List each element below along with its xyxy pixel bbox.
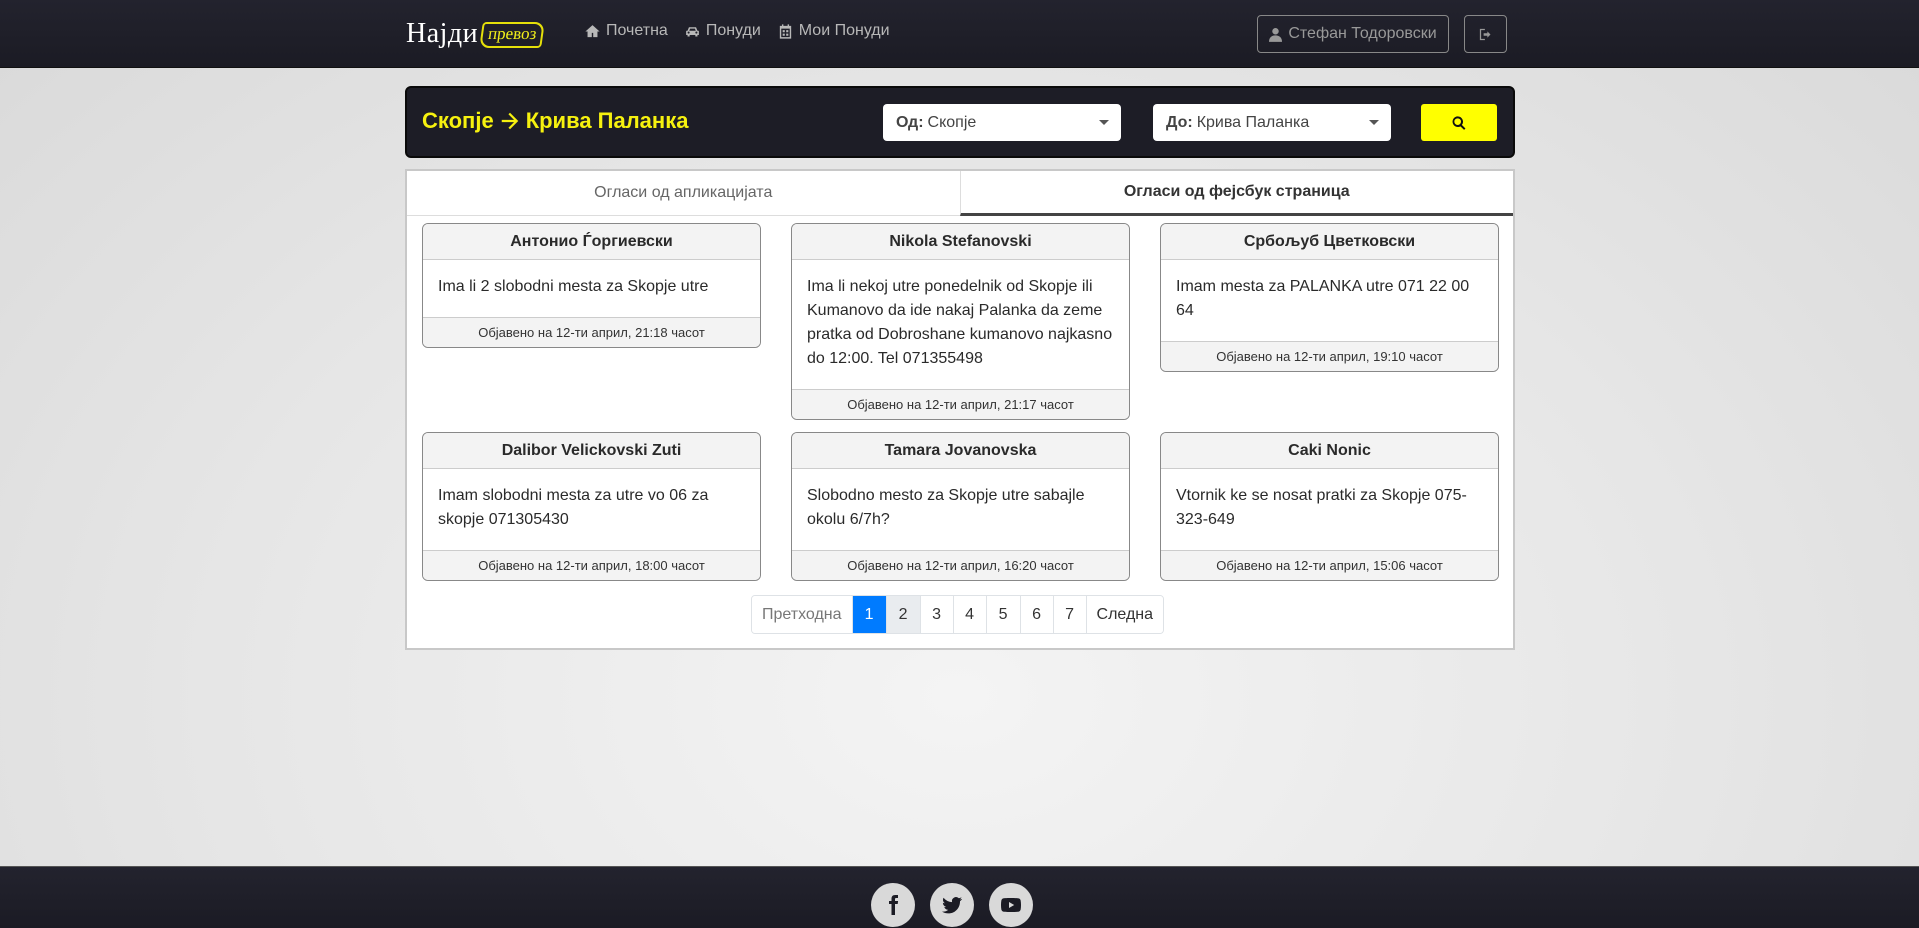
card-author: Dalibor Velickovski Zuti — [423, 433, 760, 469]
user-profile-button[interactable]: Стефан Тодоровски — [1257, 15, 1449, 53]
tab-facebook-listings[interactable]: Огласи од фејсбук страница — [959, 171, 1513, 216]
from-value: Скопје — [927, 113, 977, 131]
sign-out-icon — [1479, 28, 1491, 40]
pagination-page[interactable]: 3 — [920, 596, 954, 633]
card-author: Tamara Jovanovska — [792, 433, 1129, 469]
route-title: Скопје Крива Паланка — [422, 108, 688, 134]
pagination-page[interactable]: 6 — [1020, 596, 1054, 633]
social-links — [871, 883, 1033, 927]
listing-card[interactable]: Caki Nonic Vtornik ke se nosat pratki za… — [1160, 432, 1499, 581]
from-select[interactable]: Од: Скопје — [883, 104, 1121, 141]
listing-card[interactable]: Dalibor Velickovski Zuti Imam slobodni m… — [422, 432, 761, 581]
user-icon — [1269, 27, 1283, 42]
card-text: Imam slobodni mesta za utre vo 06 za sko… — [438, 487, 709, 528]
card-posted: Објавено на 12-ти април, 21:17 часот — [792, 389, 1129, 419]
listing-card[interactable]: Nikola Stefanovski Ima li nekoj utre pon… — [791, 223, 1130, 420]
route-from: Скопје — [422, 108, 494, 133]
to-select[interactable]: До: Крива Паланка — [1153, 104, 1391, 141]
card-posted: Објавено на 12-ти април, 18:00 часот — [423, 550, 760, 580]
pagination-prev[interactable]: Претходна — [752, 596, 853, 633]
brand-box: превоз — [479, 22, 546, 48]
calendar-icon — [779, 23, 791, 39]
twitter-icon — [942, 897, 962, 914]
caret-down-icon — [1099, 120, 1109, 125]
listing-card[interactable]: Tamara Jovanovska Slobodno mesto za Skop… — [791, 432, 1130, 581]
youtube-link[interactable] — [989, 883, 1033, 927]
nav-link-label: Почетна — [606, 22, 668, 39]
source-tabs: Огласи од апликацијата Огласи од фејсбук… — [407, 171, 1513, 216]
nav-link-my-offers[interactable]: Мои Понуди — [777, 22, 890, 40]
card-posted: Објавено на 12-ти април, 15:06 часот — [1161, 550, 1498, 580]
card-text: Slobodno mesto za Skopje utre sabajle ok… — [807, 487, 1085, 528]
arrow-right-icon — [501, 112, 518, 130]
twitter-link[interactable] — [930, 883, 974, 927]
to-label: До: — [1166, 113, 1193, 131]
nav-links: Почетна Понуди Мои Понуди — [584, 22, 890, 40]
logout-button[interactable] — [1464, 15, 1507, 53]
nav-link-offers[interactable]: Понуди — [684, 22, 761, 40]
nav-link-label: Мои Понуди — [798, 22, 890, 39]
pagination: Претходна 1 2 3 4 5 6 7 Следна — [751, 595, 1165, 634]
pagination-next[interactable]: Следна — [1086, 596, 1164, 633]
card-text: Imam mesta za PALANKA utre 071 22 00 64 — [1176, 278, 1470, 319]
footer — [0, 866, 1919, 928]
nav-link-label: Понуди — [705, 22, 761, 39]
facebook-icon — [889, 895, 899, 915]
pagination-page[interactable]: 4 — [953, 596, 987, 633]
search-button[interactable] — [1421, 104, 1497, 141]
card-posted: Објавено на 12-ти април, 16:20 часот — [792, 550, 1129, 580]
card-text: Ima li nekoj utre ponedelnik od Skopje i… — [807, 278, 1113, 367]
nav-link-home[interactable]: Почетна — [584, 22, 668, 40]
pagination-page[interactable]: 2 — [886, 596, 921, 633]
route-search-bar: Скопје Крива Паланка Од: Скопје До: Крив… — [405, 86, 1515, 158]
card-text: Vtornik ke se nosat pratki za Skopje 075… — [1176, 487, 1467, 528]
card-text: Ima li 2 slobodni mesta za Skopje utre — [438, 278, 709, 295]
card-author: Антонио Ѓоргиевски — [423, 224, 760, 260]
card-author: Србољуб Цветковски — [1161, 224, 1498, 260]
pagination-page[interactable]: 7 — [1053, 596, 1087, 633]
caret-down-icon — [1369, 120, 1379, 125]
from-label: Од: — [896, 113, 924, 131]
pagination-page[interactable]: 5 — [986, 596, 1021, 633]
card-posted: Објавено на 12-ти април, 19:10 часот — [1161, 341, 1498, 371]
car-icon — [685, 26, 699, 36]
card-author: Nikola Stefanovski — [792, 224, 1129, 260]
search-icon — [1452, 115, 1466, 130]
listings-panel: Огласи од апликацијата Огласи од фејсбук… — [405, 169, 1515, 650]
brand-logo[interactable]: Најди превоз — [406, 15, 546, 53]
pagination-page[interactable]: 1 — [852, 596, 887, 633]
card-author: Caki Nonic — [1161, 433, 1498, 469]
youtube-icon — [1000, 898, 1022, 912]
route-to: Крива Паланка — [525, 108, 689, 133]
user-name: Стефан Тодоровски — [1288, 25, 1437, 42]
listing-card[interactable]: Антонио Ѓоргиевски Ima li 2 slobodni mes… — [422, 223, 761, 348]
brand-word: Најди — [406, 18, 479, 49]
tab-app-listings[interactable]: Огласи од апликацијата — [407, 171, 960, 216]
home-icon — [585, 24, 600, 37]
listing-card[interactable]: Србољуб Цветковски Imam mesta za PALANKA… — [1160, 223, 1499, 372]
facebook-link[interactable] — [871, 883, 915, 927]
card-posted: Објавено на 12-ти април, 21:18 часот — [423, 317, 760, 347]
to-value: Крива Паланка — [1196, 113, 1310, 131]
top-navbar: Најди превоз Почетна Понуди Мои Понуди С… — [0, 0, 1919, 68]
